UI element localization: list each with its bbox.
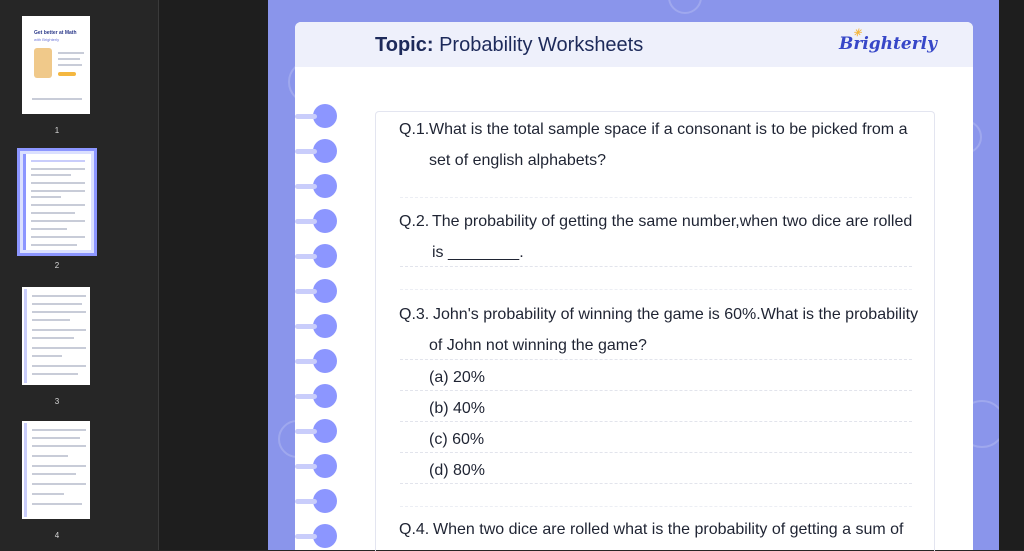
thumbnail-page-number: 4 — [54, 531, 60, 540]
thumbnail-illustration — [34, 48, 52, 78]
question-text: When two dice are rolled what is the pro… — [433, 521, 904, 538]
questions-box — [375, 111, 935, 551]
spiral-ring-icon — [295, 244, 337, 268]
topic-label: Topic: — [375, 34, 434, 56]
thumbnail-image — [22, 287, 90, 385]
worksheet-title: Topic: Probability Worksheets — [375, 34, 643, 57]
question-text: The probability of getting the same numb… — [432, 213, 913, 230]
spiral-ring-icon — [295, 454, 337, 478]
answer-option: (c) 60% — [429, 431, 485, 448]
spiral-ring-icon — [295, 419, 337, 443]
spiral-ring-icon — [295, 279, 337, 303]
spiral-ring-icon — [295, 489, 337, 513]
spiral-ring-icon — [295, 349, 337, 373]
answer-option: (a) 20% — [429, 369, 486, 386]
topic-title: Probability Worksheets — [439, 34, 644, 56]
thumbnail-image — [17, 148, 97, 256]
spiral-ring-icon — [295, 314, 337, 338]
spiral-ring-icon — [295, 104, 337, 128]
thumbnail-subtitle: with Brighterly — [34, 37, 60, 42]
question-text: of John not winning the game? — [429, 337, 647, 354]
spiral-ring-icon — [295, 384, 337, 408]
sparkle-icon: ✳ — [853, 28, 862, 39]
answer-option: (d) 80% — [429, 462, 486, 479]
spiral-ring-icon — [295, 139, 337, 163]
thumbnail-page-number: 2 — [54, 261, 60, 270]
spiral-ring-icon — [295, 209, 337, 233]
question-text: set of english alphabets? — [429, 152, 607, 169]
thumbnail-page-number: 3 — [54, 397, 60, 406]
thumbnail-image: Get better at Math with Brighterly — [22, 16, 90, 114]
thumbnail-image — [22, 421, 90, 519]
worksheet-header: Topic: Probability Worksheets ✳ Brighterl… — [295, 22, 973, 67]
question-number: Q.3. — [399, 306, 430, 323]
spiral-ring-icon — [295, 174, 337, 198]
brand-logo: ✳ Brighterly — [839, 28, 937, 54]
question-text: John's probability of winning the game i… — [433, 306, 919, 323]
question-number: Q.2. — [399, 213, 430, 230]
question-number: Q.4. — [399, 521, 430, 538]
spiral-ring-icon — [295, 524, 337, 548]
thumbnail-sidebar: Get better at Math with Brighterly 1 2 3… — [0, 0, 159, 550]
thumbnail-title: Get better at Math — [34, 30, 77, 36]
question-number: Q.1. — [399, 121, 430, 138]
question-text: What is the total sample space if a cons… — [429, 121, 908, 138]
question-text: is ________. — [432, 244, 524, 261]
thumbnail-page-number: 1 — [54, 126, 60, 135]
answer-option: (b) 40% — [429, 400, 486, 417]
